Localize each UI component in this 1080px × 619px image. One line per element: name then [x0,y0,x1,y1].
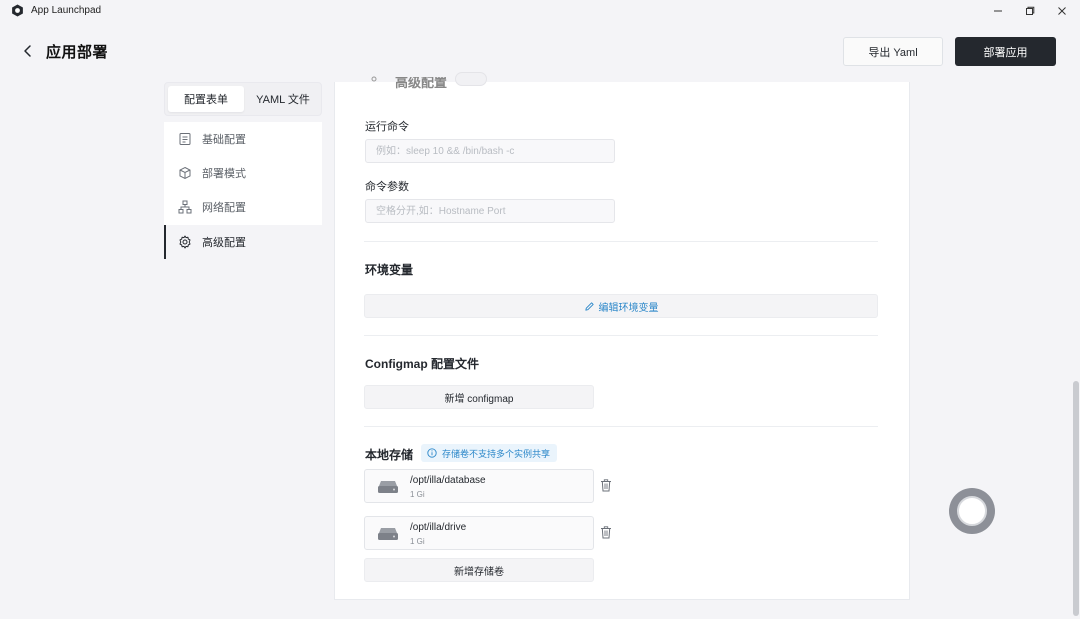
env-vars-title: 环境变量 [365,263,414,277]
edit-env-vars-label: 编辑环境变量 [598,302,659,314]
minimize-button[interactable] [982,0,1014,22]
network-icon [178,200,192,214]
configmap-title: Configmap 配置文件 [365,357,479,371]
storage-tip-text: 存储卷不支持多个实例共享 [442,448,551,459]
volume-size: 1 Gi [410,490,425,499]
title-bar: App Launchpad [0,0,1080,22]
sidebar-item-deploy-mode[interactable]: 部署模式 [164,156,322,190]
document-icon [179,133,191,145]
trash-icon[interactable] [600,479,612,492]
volume-size: 1 Gi [410,537,425,546]
sidebar-item-label: 网络配置 [202,202,246,214]
hard-disk-icon [378,481,398,493]
add-storage-volume-button[interactable]: 新增存储卷 [364,558,594,582]
export-yaml-button[interactable]: 导出 Yaml [843,37,943,66]
add-configmap-button[interactable]: 新增 configmap [364,385,594,409]
sidebar-item-label: 基础配置 [202,134,246,146]
minimize-icon [994,10,1002,12]
app-logo-icon [12,4,23,17]
close-icon [1058,7,1066,15]
section-title-advanced: 高级配置 [395,75,448,90]
sidebar-item-network-config[interactable]: 网络配置 [164,190,322,224]
hard-disk-icon [378,528,398,540]
tab-yaml-file[interactable]: YAML 文件 [245,86,321,112]
section-badge [455,72,487,86]
maximize-button[interactable] [1014,0,1046,22]
back-arrow-icon[interactable] [20,43,36,59]
window-title: App Launchpad [31,5,102,16]
storage-volume-item[interactable]: /opt/illa/drive 1 Gi [364,516,594,550]
restore-icon [1026,6,1035,15]
config-mode-tabs: 配置表单 YAML 文件 [164,82,322,116]
edit-env-vars-button[interactable]: 编辑环境变量 [364,294,878,318]
gear-icon [179,235,191,249]
page-title: 应用部署 [46,44,109,61]
divider [364,426,878,427]
sidebar-nav: 基础配置 部署模式 网络配置 [164,122,322,225]
command-args-label: 命令参数 [365,181,409,193]
sidebar-item-basic-config[interactable]: 基础配置 [164,122,322,156]
cube-icon [179,166,191,180]
run-command-input[interactable] [365,139,615,163]
deploy-app-button[interactable]: 部署应用 [955,37,1056,66]
sidebar-item-advanced-config[interactable]: 高级配置 [164,225,322,259]
floating-assistant-button[interactable] [949,488,995,534]
sidebar-item-label: 部署模式 [202,168,246,180]
run-command-label: 运行命令 [365,121,409,133]
tab-config-form[interactable]: 配置表单 [168,86,244,112]
storage-tip: 存储卷不支持多个实例共享 [421,444,558,462]
close-button[interactable] [1046,0,1078,22]
assistant-ring-icon [957,496,987,526]
volume-path: /opt/illa/database [410,475,486,486]
command-args-input[interactable] [365,199,615,223]
trash-icon[interactable] [600,526,612,539]
volume-path: /opt/illa/drive [410,522,467,533]
active-indicator [164,225,166,259]
divider [364,241,878,242]
info-icon [427,448,437,458]
page-scrollbar[interactable] [1073,381,1079,616]
divider [364,335,878,336]
storage-volume-item[interactable]: /opt/illa/database 1 Gi [364,469,594,503]
pencil-icon [584,301,594,311]
sidebar-item-label: 高级配置 [202,237,246,249]
gear-icon [371,76,377,82]
local-storage-title: 本地存储 [365,448,414,462]
